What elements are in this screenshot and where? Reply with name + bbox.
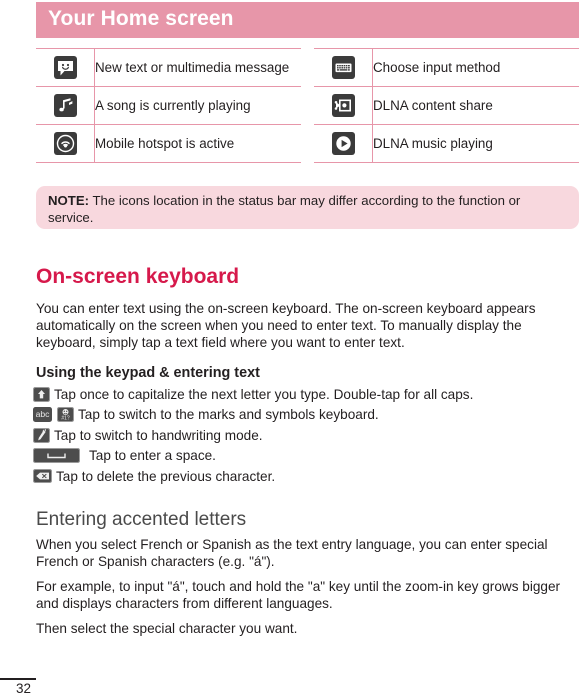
dlna-share-icon (331, 94, 355, 117)
shift-key-icon (33, 386, 50, 402)
delete-key-icon (33, 469, 52, 484)
accented-paragraph-3: Then select the special character you wa… (36, 621, 298, 636)
svg-text:#1?: #1? (61, 416, 70, 422)
subheading-entering-accented-letters: Entering accented letters (36, 509, 247, 530)
page-title: Your Home screen (48, 7, 234, 30)
list-item-label: Tap to switch to handwriting mode. (54, 427, 263, 443)
status-icon-table-right: Choose input method DLNA content share D… (314, 48, 579, 163)
list-item: Tap once to capitalize the next letter y… (33, 384, 573, 405)
icon-cell (314, 48, 373, 87)
hotspot-signal-icon (53, 132, 77, 155)
icon-label: Choose input method (372, 48, 579, 87)
note-label: NOTE: (48, 193, 90, 208)
symbols-key-icon: #1? (57, 407, 74, 423)
message-bubble-icon (53, 56, 77, 79)
icon-label: New text or multimedia message (94, 48, 301, 87)
table-row: Choose input method (314, 48, 579, 87)
accented-paragraph-1: When you select French or Spanish as the… (36, 537, 548, 570)
note-callout: NOTE: The icons location in the status b… (36, 186, 579, 229)
page-number: 32 (16, 681, 32, 696)
icon-label: Mobile hotspot is active (94, 124, 301, 163)
table-row: New text or multimedia message (36, 48, 301, 87)
table-row: Mobile hotspot is active (36, 124, 301, 163)
status-icon-tables: New text or multimedia message A song is… (36, 48, 579, 163)
section-heading-on-screen-keyboard: On-screen keyboard (36, 265, 240, 288)
play-circle-icon (331, 132, 355, 155)
note-body: The icons location in the status bar may… (48, 193, 521, 225)
table-row: A song is currently playing (36, 86, 301, 125)
icon-cell (36, 48, 95, 87)
table-row: DLNA content share (314, 86, 579, 125)
list-item: Tap to switch to handwriting mode. (33, 425, 573, 446)
icon-label: DLNA content share (372, 86, 579, 125)
accented-paragraph-2: For example, to input "á", touch and hol… (36, 579, 561, 612)
icon-label: A song is currently playing (94, 86, 301, 125)
music-note-icon (53, 94, 77, 117)
icon-cell (314, 124, 373, 163)
icon-cell (36, 124, 95, 163)
table-row: DLNA music playing (314, 124, 579, 163)
icon-cell (36, 86, 95, 125)
list-item-label: Tap to delete the previous character. (56, 468, 276, 484)
keyboard-icon (331, 56, 355, 79)
list-item: abc #1? Tap to switch to the marks and s… (33, 405, 573, 426)
status-icon-table-left: New text or multimedia message A song is… (36, 48, 301, 163)
subheading-using-keypad: Using the keypad & entering text (36, 365, 260, 381)
footer-rule (0, 678, 36, 680)
keypad-instruction-list: Tap once to capitalize the next letter y… (33, 384, 573, 487)
section-intro-paragraph: You can enter text using the on-screen k… (36, 301, 536, 351)
note-text: NOTE: The icons location in the status b… (48, 192, 567, 226)
space-key-icon (33, 448, 80, 464)
list-item: Tap to enter a space. (33, 446, 573, 467)
icon-cell (314, 86, 373, 125)
page-header-bar: Your Home screen (36, 2, 579, 38)
icon-label: DLNA music playing (372, 124, 579, 163)
handwriting-key-icon (33, 427, 50, 443)
list-item-label: Tap to enter a space. (89, 448, 216, 464)
list-item-label: Tap once to capitalize the next letter y… (54, 386, 474, 402)
list-item: Tap to delete the previous character. (33, 466, 573, 487)
abc-key-icon: abc (33, 407, 52, 423)
list-item-label: Tap to switch to the marks and symbols k… (78, 407, 379, 423)
